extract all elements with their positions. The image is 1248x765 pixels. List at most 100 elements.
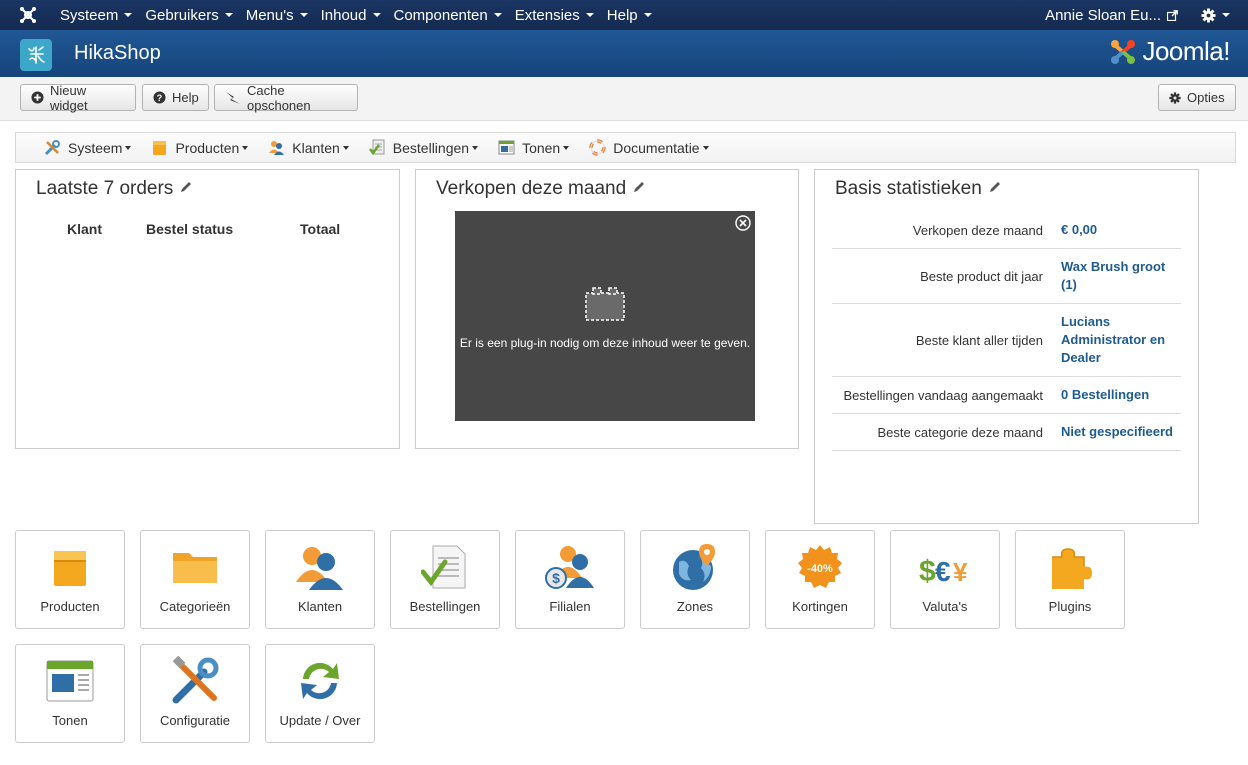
tile-label: Update / Over xyxy=(279,713,361,728)
svg-text:¥: ¥ xyxy=(953,557,968,587)
menu-inhoud[interactable]: Inhoud xyxy=(317,0,390,30)
joomla-wordmark: Joomla! xyxy=(1142,36,1230,66)
menu-label: Systeem xyxy=(60,6,119,24)
clear-cache-button[interactable]: Cache opschonen xyxy=(214,83,358,113)
pencil-icon[interactable] xyxy=(988,178,1002,200)
tile-categorieen[interactable]: Categorieën xyxy=(140,530,250,629)
stat-row: Beste categorie deze maand Niet gespecif… xyxy=(832,414,1181,451)
stat-value-link[interactable]: Wax Brush groot (1) xyxy=(1051,258,1181,294)
column-header[interactable]: Totaal xyxy=(300,221,340,237)
widget-title-text: Verkopen deze maand xyxy=(436,178,627,199)
caret-down-icon xyxy=(702,145,709,150)
menu-extensies[interactable]: Extensies xyxy=(511,0,603,30)
submenu-label: Systeem xyxy=(68,139,123,156)
submenu-producten[interactable]: Producten xyxy=(151,139,249,156)
submenu-systeem[interactable]: Systeem xyxy=(44,139,132,156)
currency-icon: $ € ¥ xyxy=(891,541,999,593)
tile-tonen[interactable]: Tonen xyxy=(15,644,125,743)
tile-klanten[interactable]: Klanten xyxy=(265,530,375,629)
button-label: Nieuw widget xyxy=(50,82,88,113)
stat-value-link[interactable]: Lucians Administrator en Dealer xyxy=(1051,313,1181,367)
box-icon xyxy=(16,541,124,593)
tools-icon xyxy=(141,655,249,707)
settings-menu[interactable] xyxy=(1201,0,1230,30)
gear-icon xyxy=(1201,7,1216,23)
joomla-menu-icon[interactable] xyxy=(0,0,56,30)
display-window-icon xyxy=(498,139,515,156)
stats-widget: Basis statistieken Verkopen deze maand €… xyxy=(814,169,1199,524)
pencil-icon[interactable] xyxy=(632,178,646,200)
stat-row: Beste klant aller tijden Lucians Adminis… xyxy=(832,304,1181,377)
order-document-icon xyxy=(368,139,386,156)
user-site-link[interactable]: Annie Sloan Eu... xyxy=(1045,0,1178,30)
question-circle-icon: ? xyxy=(153,91,166,104)
tile-producten[interactable]: Producten xyxy=(15,530,125,629)
svg-text:-40%: -40% xyxy=(807,563,833,575)
globe-icon xyxy=(641,541,749,593)
caret-down-icon xyxy=(643,13,652,17)
submenu-label: Producten xyxy=(175,139,240,156)
toolbar: Nieuw widget ? Help Cache opschonen Opti… xyxy=(0,77,1248,121)
stat-label: Beste categorie deze maand xyxy=(877,424,1044,440)
tile-zones[interactable]: Zones xyxy=(640,530,750,629)
menu-label: Gebruikers xyxy=(145,6,219,24)
submenu-label: Documentatie xyxy=(613,139,700,156)
tile-configuratie[interactable]: Configuratie xyxy=(140,644,250,743)
flash-icon xyxy=(225,91,241,105)
tile-bestellingen[interactable]: Bestellingen xyxy=(390,530,500,629)
help-button[interactable]: ? Help xyxy=(142,84,209,111)
tile-kortingen[interactable]: -40% Kortingen xyxy=(765,530,875,629)
options-button[interactable]: Opties xyxy=(1158,84,1236,111)
menu-menus[interactable]: Menu's xyxy=(242,0,317,30)
new-widget-button[interactable]: Nieuw widget xyxy=(20,82,136,113)
tile-label: Klanten xyxy=(297,599,343,614)
plus-circle-icon xyxy=(31,91,44,104)
top-navbar: Systeem Gebruikers Menu's Inhoud Compone… xyxy=(0,0,1248,30)
submenu-tonen[interactable]: Tonen xyxy=(498,139,570,156)
caret-down-icon xyxy=(124,13,133,17)
svg-text:?: ? xyxy=(157,93,163,103)
caret-down-icon xyxy=(372,13,381,17)
stat-label: Beste klant aller tijden xyxy=(915,332,1043,348)
stat-value: Niet gespecifieerd xyxy=(1061,424,1173,439)
tile-label: Tonen xyxy=(52,713,88,728)
tile-label: Categorieën xyxy=(159,599,231,614)
close-icon[interactable] xyxy=(735,215,751,234)
sales-widget: Verkopen deze maand Er is een plug-in no… xyxy=(415,169,799,449)
joomla-logo-icon xyxy=(1111,39,1136,64)
menu-gebruikers[interactable]: Gebruikers xyxy=(141,0,241,30)
widget-title: Verkopen deze maand xyxy=(436,178,646,200)
menu-systeem[interactable]: Systeem xyxy=(56,0,141,30)
tile-update-over[interactable]: Update / Over xyxy=(265,644,375,743)
caret-down-icon xyxy=(585,13,594,17)
tile-plugins[interactable]: Plugins xyxy=(1015,530,1125,629)
tools-icon xyxy=(44,139,61,156)
submenu-klanten[interactable]: Klanten xyxy=(268,139,349,156)
tile-label: Configuratie xyxy=(159,713,231,728)
tile-filialen[interactable]: $ Filialen xyxy=(515,530,625,629)
tile-label: Filialen xyxy=(549,599,591,614)
tile-label: Kortingen xyxy=(792,599,848,614)
tile-label: Valuta's xyxy=(922,599,968,614)
submenu-bestellingen[interactable]: Bestellingen xyxy=(368,139,479,156)
pencil-icon[interactable] xyxy=(179,178,193,200)
menu-help[interactable]: Help xyxy=(603,0,661,30)
column-header[interactable]: Bestel status xyxy=(146,221,233,237)
caret-down-icon xyxy=(299,13,308,17)
menu-label: Inhoud xyxy=(320,6,367,24)
menu-label: Menu's xyxy=(245,6,294,24)
joomla-logo: Joomla! xyxy=(1108,36,1230,67)
stat-value-link[interactable]: 0 Bestellingen xyxy=(1051,386,1181,404)
stat-label: Verkopen deze maand xyxy=(912,222,1043,238)
lifebuoy-icon xyxy=(589,139,606,156)
column-header[interactable]: Klant xyxy=(67,221,102,237)
missing-plugin-placeholder[interactable]: Er is een plug-in nodig om deze inhoud w… xyxy=(455,211,755,421)
users-icon xyxy=(266,541,374,593)
submenu-documentatie[interactable]: Documentatie xyxy=(589,139,709,156)
menu-componenten[interactable]: Componenten xyxy=(390,0,511,30)
tile-valutas[interactable]: $ € ¥ Valuta's xyxy=(890,530,1000,629)
folder-icon xyxy=(141,541,249,593)
stat-row: Beste product dit jaar Wax Brush groot (… xyxy=(832,249,1181,304)
widget-title: Basis statistieken xyxy=(835,178,1002,200)
stat-value: € 0,00 xyxy=(1061,222,1098,237)
